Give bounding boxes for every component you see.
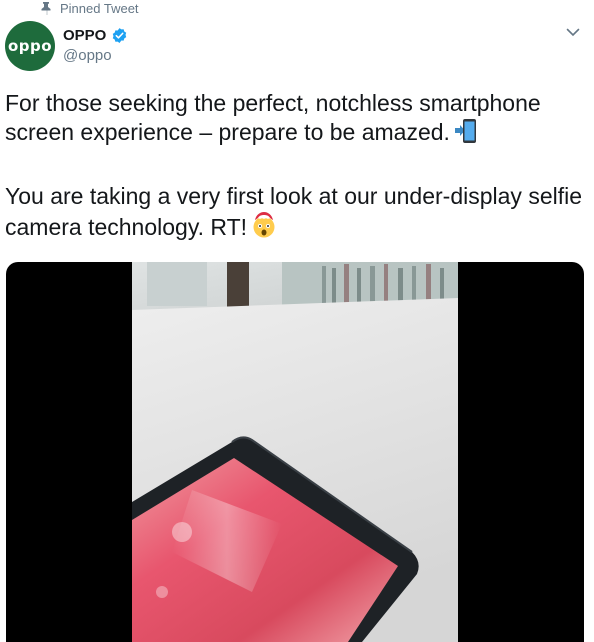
handle[interactable]: @oppo <box>63 47 128 64</box>
tweet-paragraph-1: For those seeking the perfect, notchless… <box>5 89 590 151</box>
pinned-text: Pinned Tweet <box>60 0 139 16</box>
tweet-text: For those seeking the perfect, notchless… <box>5 89 590 246</box>
oppo-logo: oppo <box>7 37 53 55</box>
tweet-paragraph-2: You are taking a very first look at our … <box>5 182 590 246</box>
author-info: OPPO @oppo <box>63 27 128 64</box>
tweet-video[interactable] <box>6 262 584 642</box>
more-options-button[interactable] <box>566 28 580 37</box>
phone-with-arrow-emoji-icon <box>454 118 478 151</box>
display-name[interactable]: OPPO <box>63 27 106 44</box>
pinned-tweet-label: Pinned Tweet <box>40 0 139 16</box>
video-frame[interactable] <box>132 262 458 642</box>
exploding-head-emoji-icon <box>251 211 277 246</box>
avatar[interactable]: oppo <box>5 21 55 71</box>
tweet-paragraph-2-text: You are taking a very first look at our … <box>5 183 583 240</box>
verified-badge-icon <box>111 27 128 44</box>
chevron-down-icon <box>566 28 580 37</box>
pin-icon <box>40 1 52 15</box>
